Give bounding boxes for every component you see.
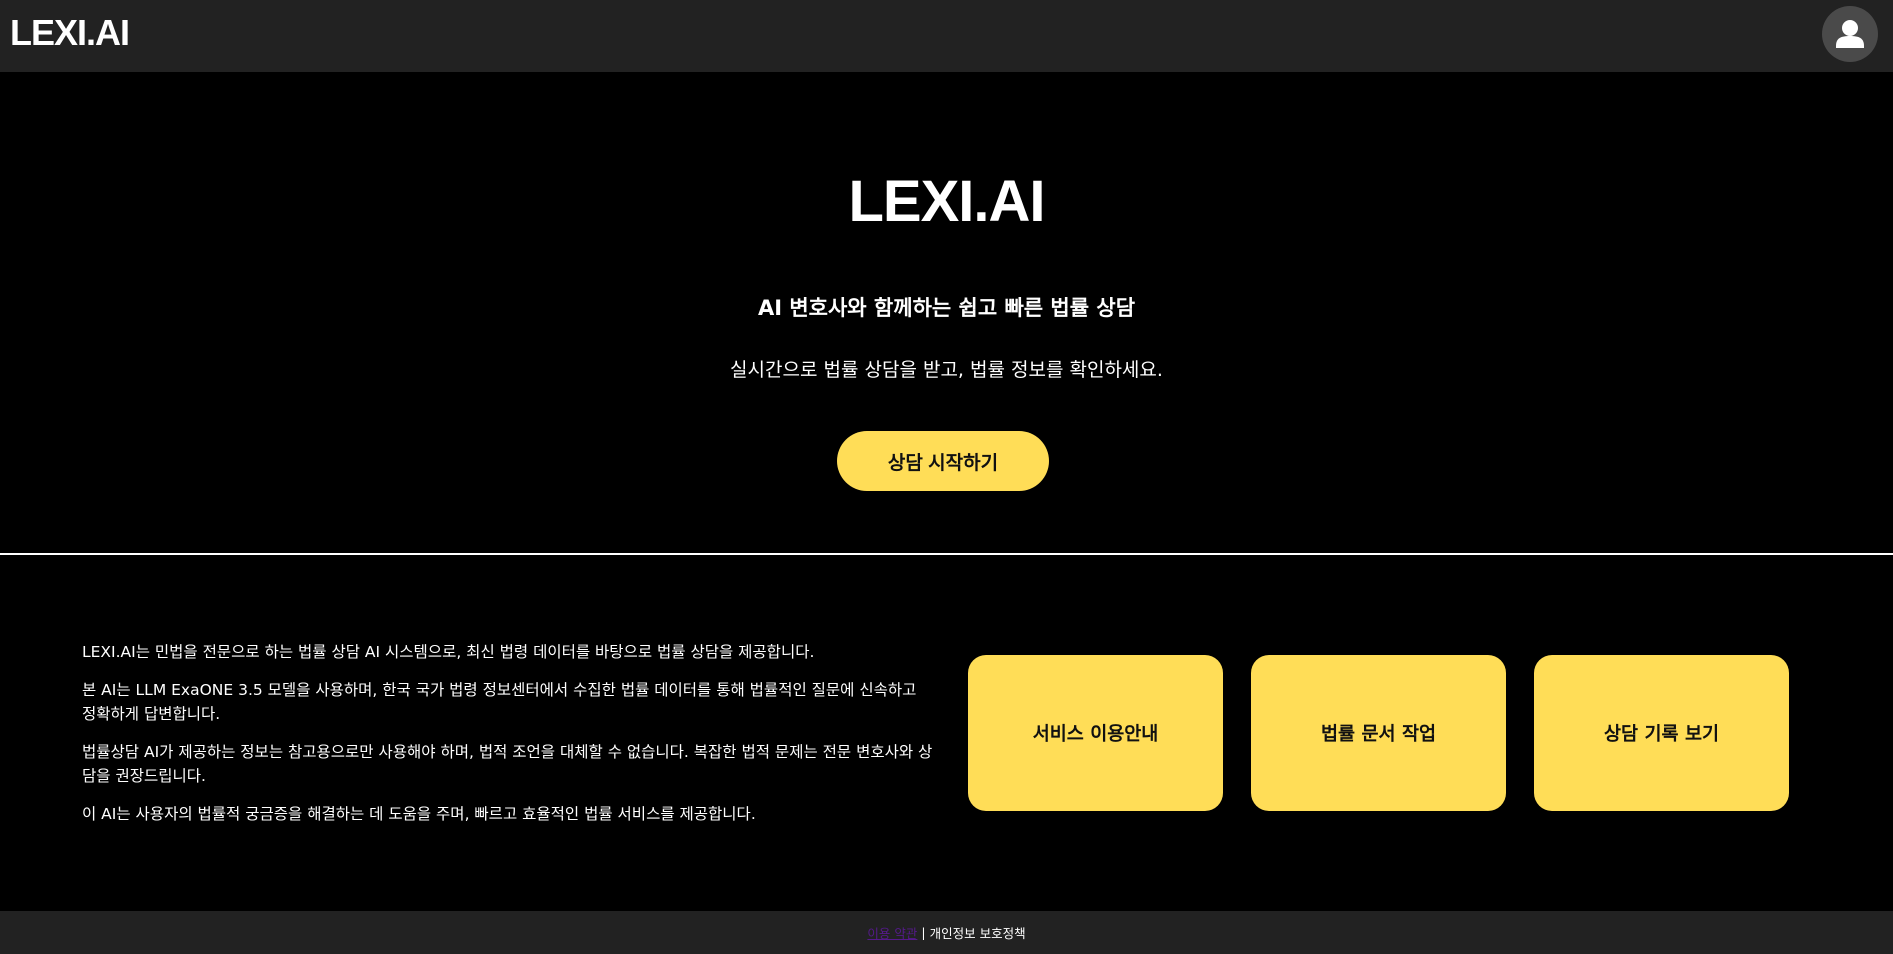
app-logo[interactable]: LEXI.AI	[10, 12, 130, 54]
start-consultation-button[interactable]: 상담 시작하기	[837, 431, 1049, 491]
legal-document-card[interactable]: 법률 문서 작업	[1251, 655, 1506, 811]
user-icon	[1836, 20, 1864, 48]
service-guide-card[interactable]: 서비스 이용안내	[968, 655, 1223, 811]
top-bar: LEXI.AI	[0, 0, 1893, 72]
hero-description: 실시간으로 법률 상담을 받고, 법률 정보를 확인하세요.	[730, 359, 1163, 381]
section-divider	[0, 553, 1893, 555]
info-paragraph: LEXI.AI는 민법을 전문으로 하는 법률 상담 AI 시스템으로, 최신 …	[82, 643, 815, 661]
footer-separator: |	[921, 925, 926, 940]
service-info: LEXI.AI는 민법을 전문으로 하는 법률 상담 AI 시스템으로, 최신 …	[82, 640, 934, 840]
privacy-policy-text[interactable]: 개인정보 보호정책	[930, 923, 1026, 942]
info-paragraph: 법률상담 AI가 제공하는 정보는 참고용으로만 사용해야 하며, 법적 조언을…	[82, 743, 933, 785]
terms-link[interactable]: 이용 약관	[867, 923, 917, 942]
hero-subtitle: AI 변호사와 함께하는 쉽고 빠른 법률 상담	[757, 296, 1136, 320]
footer: 이용 약관 | 개인정보 보호정책	[0, 911, 1893, 954]
info-paragraph: 이 AI는 사용자의 법률적 궁금증을 해결하는 데 도움을 주며, 빠르고 효…	[82, 805, 756, 823]
consultation-history-card[interactable]: 상담 기록 보기	[1534, 655, 1789, 811]
info-paragraph: 본 AI는 LLM ExaONE 3.5 모델을 사용하며, 한국 국가 법령 …	[82, 681, 917, 723]
hero-title: LEXI.AI	[848, 169, 1045, 234]
hero-section: LEXI.AI AI 변호사와 함께하는 쉽고 빠른 법률 상담 실시간으로 법…	[0, 72, 1893, 553]
profile-button[interactable]	[1822, 6, 1878, 62]
